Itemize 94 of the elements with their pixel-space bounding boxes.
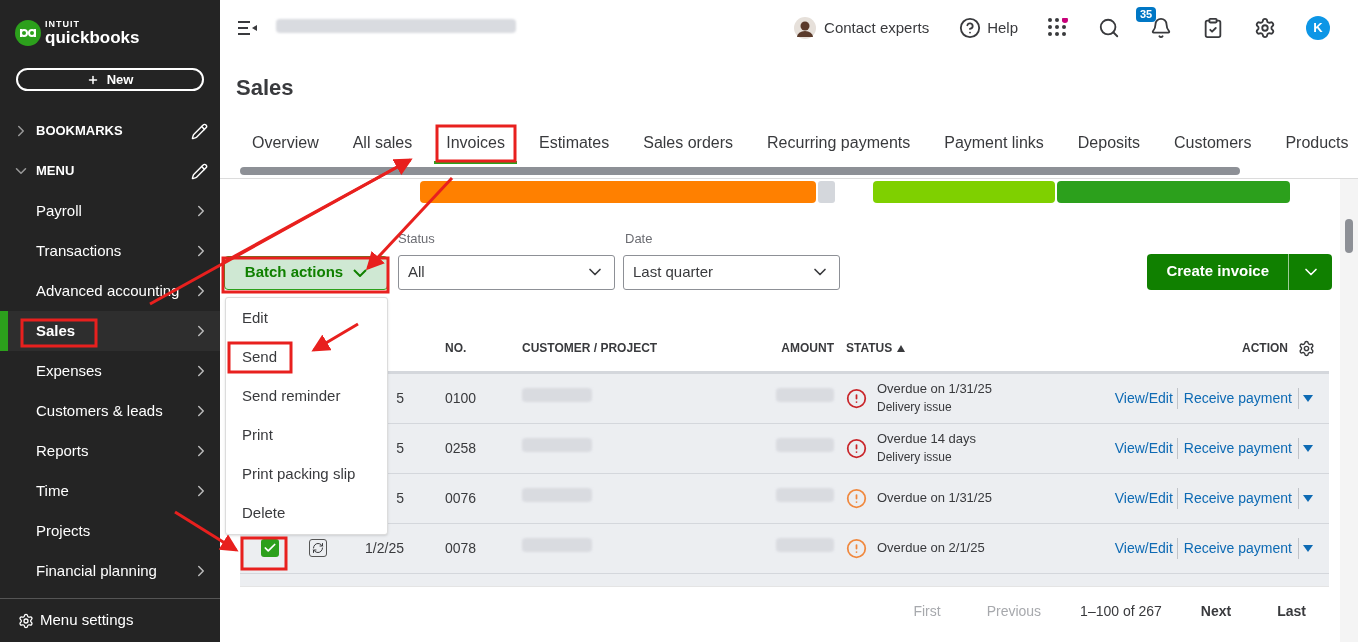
sidebar-item[interactable]: Time — [0, 471, 220, 511]
status-detail: Delivery issue — [877, 449, 953, 466]
pencil-icon[interactable] — [191, 122, 208, 140]
table-cell-text: 0078 — [444, 538, 478, 558]
new-button[interactable]: New — [16, 68, 204, 91]
section-heading[interactable]: BOOKMARKS — [36, 121, 191, 141]
sidebar-item[interactable]: Payroll — [0, 191, 220, 231]
page-range: 1–100 of 267 — [1079, 601, 1163, 621]
notifications-icon[interactable] — [1150, 17, 1172, 39]
help-icon — [959, 17, 982, 39]
tab[interactable]: Recurring payments — [755, 124, 923, 164]
menu-item[interactable]: Delete — [226, 494, 387, 533]
pencil-icon[interactable] — [191, 162, 208, 180]
highlight-frame — [240, 536, 288, 571]
sidebar-item[interactable]: Transactions — [0, 231, 220, 271]
vertical-scrollbar[interactable] — [1340, 179, 1358, 642]
sidebar-item[interactable]: Sales — [0, 311, 220, 351]
tab[interactable]: Customers — [1162, 124, 1264, 164]
sidebar-item[interactable]: Expenses — [0, 351, 220, 391]
column-header[interactable]: CUSTOMER / PROJECT — [510, 339, 760, 357]
search-icon[interactable] — [1098, 17, 1120, 39]
status-text: Overdue 14 days — [877, 430, 976, 448]
column-header[interactable]: NO. — [410, 339, 510, 357]
filter-label: Status — [398, 230, 436, 248]
apps-grid-icon[interactable] — [1048, 18, 1068, 38]
menu-item[interactable]: Edit — [226, 299, 387, 338]
sidebar-item[interactable]: Reports — [0, 431, 220, 471]
tab[interactable]: Overview — [240, 124, 331, 164]
receive-payment-link[interactable]: Receive payment — [1177, 437, 1299, 459]
settings-icon[interactable] — [1254, 17, 1276, 39]
filter-label: Date — [625, 230, 654, 248]
column-header[interactable]: AMOUNT — [760, 339, 834, 357]
sort-ascending-icon — [897, 344, 906, 352]
table-cell-text: 0100 — [444, 388, 478, 408]
menu-item[interactable]: Print — [226, 416, 387, 455]
logo-product: quickbooks — [45, 28, 140, 46]
table-cell-text: 1/2/25 — [364, 538, 405, 558]
pagination-button[interactable]: Next — [1177, 600, 1255, 622]
check-icon — [263, 541, 277, 555]
menu-settings-link[interactable]: Menu settings — [40, 609, 134, 632]
caret-down-icon[interactable] — [1303, 394, 1313, 402]
settings-icon[interactable] — [1298, 339, 1315, 357]
filter-dropdown[interactable]: All — [398, 254, 615, 290]
filter-dropdown[interactable]: Last quarter — [623, 254, 840, 290]
caret-down-icon[interactable] — [1303, 494, 1313, 502]
menu-item[interactable]: Print packing slip — [226, 455, 387, 494]
table-cell-text: 0258 — [444, 438, 478, 458]
tab[interactable]: Sales orders — [631, 124, 746, 164]
help-link[interactable]: Help — [987, 16, 1018, 40]
tab[interactable]: Estimates — [526, 124, 622, 164]
caret-down-icon[interactable] — [1303, 444, 1313, 452]
pagination-button[interactable]: Last — [1254, 600, 1329, 622]
sidebar-item[interactable]: Customers & leads — [0, 391, 220, 431]
tasks-icon[interactable] — [1202, 17, 1224, 39]
logo-brand: INTUIT — [45, 19, 81, 29]
highlight-frame — [227, 341, 293, 374]
tab[interactable]: All sales — [340, 124, 425, 164]
receive-payment-link[interactable]: Receive payment — [1177, 537, 1299, 559]
view-edit-link[interactable]: View/Edit — [1114, 437, 1178, 459]
tab[interactable]: Invoices — [434, 124, 517, 164]
sidebar-item[interactable]: Projects — [0, 511, 220, 551]
page-title: Sales — [235, 74, 295, 102]
receive-payment-link[interactable]: Receive payment — [1177, 487, 1299, 509]
annotation-arrow — [174, 510, 239, 552]
plus-icon — [86, 73, 99, 86]
menu-item[interactable]: Send — [226, 338, 387, 377]
tab[interactable]: Payment links — [932, 124, 1056, 164]
caret-down-icon[interactable] — [1303, 544, 1313, 552]
view-edit-link[interactable]: View/Edit — [1114, 387, 1178, 409]
receive-payment-link[interactable]: Receive payment — [1177, 387, 1299, 409]
section-heading[interactable]: MENU — [36, 161, 191, 181]
table-cell-text: 0076 — [444, 488, 478, 508]
column-header[interactable]: STATUS — [846, 339, 906, 357]
collapse-menu-icon[interactable] — [238, 21, 258, 35]
status-text: Overdue on 1/31/25 — [877, 489, 992, 507]
sidebar-item[interactable]: Financial planning — [0, 551, 220, 591]
person-avatar-icon — [794, 17, 817, 39]
annotation-arrow — [311, 322, 359, 352]
tab[interactable]: Products — [1273, 124, 1358, 164]
view-edit-link[interactable]: View/Edit — [1114, 537, 1178, 559]
view-edit-link[interactable]: View/Edit — [1114, 487, 1178, 509]
status-text: Overdue on 2/1/25 — [877, 539, 985, 557]
contact-experts-link[interactable]: Contact experts — [824, 16, 930, 40]
table-cell-text: 5 — [395, 488, 405, 508]
logo-icon — [15, 19, 41, 46]
tab[interactable]: Deposits — [1065, 124, 1153, 164]
menu-item[interactable]: Send reminder — [226, 377, 387, 416]
settings-icon — [18, 612, 34, 629]
notification-badge: 35 — [1136, 7, 1157, 22]
status-detail: Delivery issue — [877, 399, 953, 416]
table-cell-text: 5 — [395, 438, 405, 458]
status-text: Overdue on 1/31/25 — [877, 380, 992, 398]
chevron-down-icon — [353, 268, 368, 277]
column-header[interactable]: ACTION — [1242, 339, 1288, 357]
